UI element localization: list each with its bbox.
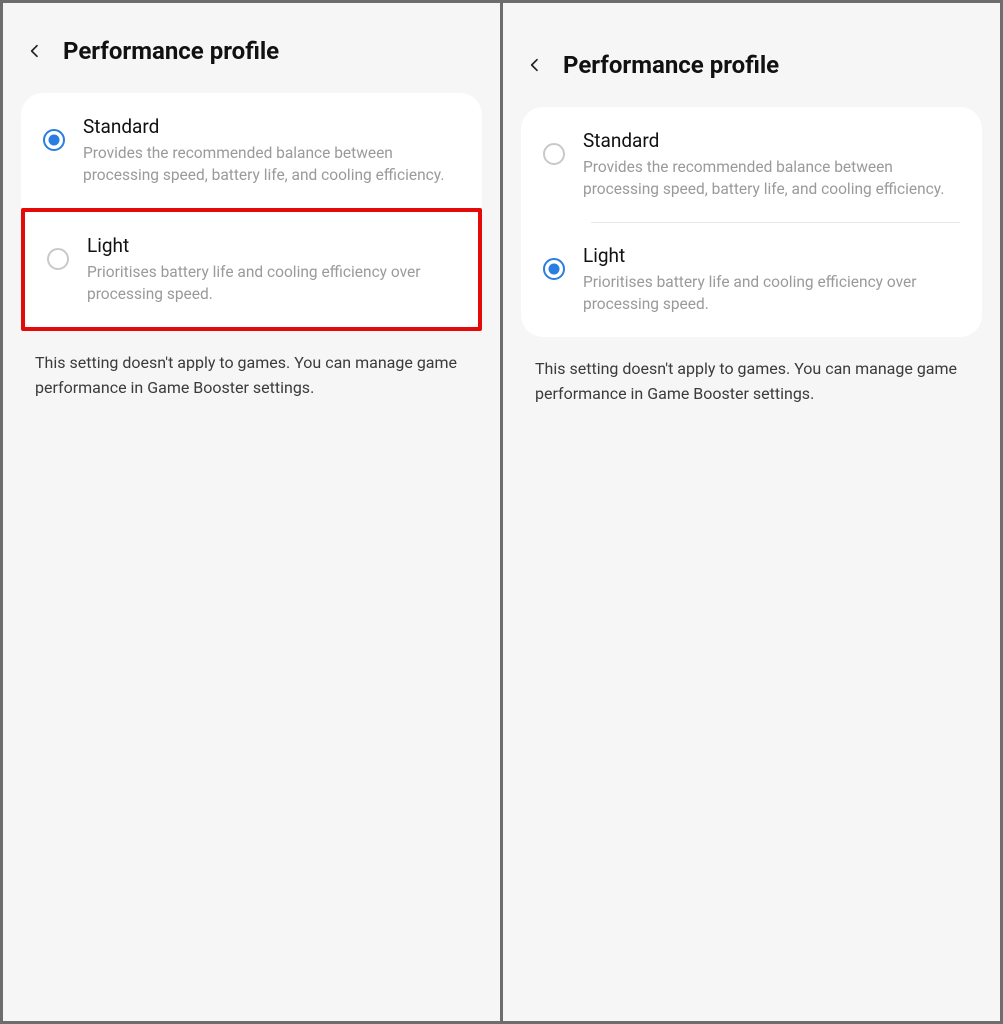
- option-description: Prioritises battery life and cooling eff…: [583, 271, 960, 315]
- radio-icon[interactable]: [47, 248, 69, 270]
- option-text: Standard Provides the recommended balanc…: [83, 115, 460, 186]
- option-light[interactable]: Light Prioritises battery life and cooli…: [21, 208, 482, 331]
- option-description: Prioritises battery life and cooling eff…: [87, 261, 456, 305]
- option-standard[interactable]: Standard Provides the recommended balanc…: [521, 107, 982, 222]
- radio-icon[interactable]: [543, 258, 565, 280]
- option-standard[interactable]: Standard Provides the recommended balanc…: [21, 93, 482, 208]
- option-text: Light Prioritises battery life and cooli…: [87, 234, 456, 305]
- option-title: Light: [583, 244, 960, 267]
- back-icon[interactable]: [27, 43, 43, 59]
- header: Performance profile: [521, 17, 982, 107]
- screenshot-left: Performance profile Standard Provides th…: [3, 3, 500, 1021]
- page-title: Performance profile: [563, 51, 779, 79]
- option-light[interactable]: Light Prioritises battery life and cooli…: [521, 222, 982, 337]
- screenshot-right: Performance profile Standard Provides th…: [503, 3, 1000, 1021]
- radio-icon[interactable]: [543, 143, 565, 165]
- option-title: Standard: [83, 115, 460, 138]
- page-title: Performance profile: [63, 37, 279, 65]
- header: Performance profile: [21, 17, 482, 93]
- back-icon[interactable]: [527, 57, 543, 73]
- option-description: Provides the recommended balance between…: [583, 156, 960, 200]
- divider: [591, 222, 960, 223]
- footer-note: This setting doesn't apply to games. You…: [21, 331, 482, 401]
- option-title: Standard: [583, 129, 960, 152]
- option-text: Light Prioritises battery life and cooli…: [583, 244, 960, 315]
- option-description: Provides the recommended balance between…: [83, 142, 460, 186]
- option-title: Light: [87, 234, 456, 257]
- options-card: Standard Provides the recommended balanc…: [21, 93, 482, 331]
- footer-note: This setting doesn't apply to games. You…: [521, 337, 982, 407]
- radio-icon[interactable]: [43, 129, 65, 151]
- option-text: Standard Provides the recommended balanc…: [583, 129, 960, 200]
- options-card: Standard Provides the recommended balanc…: [521, 107, 982, 337]
